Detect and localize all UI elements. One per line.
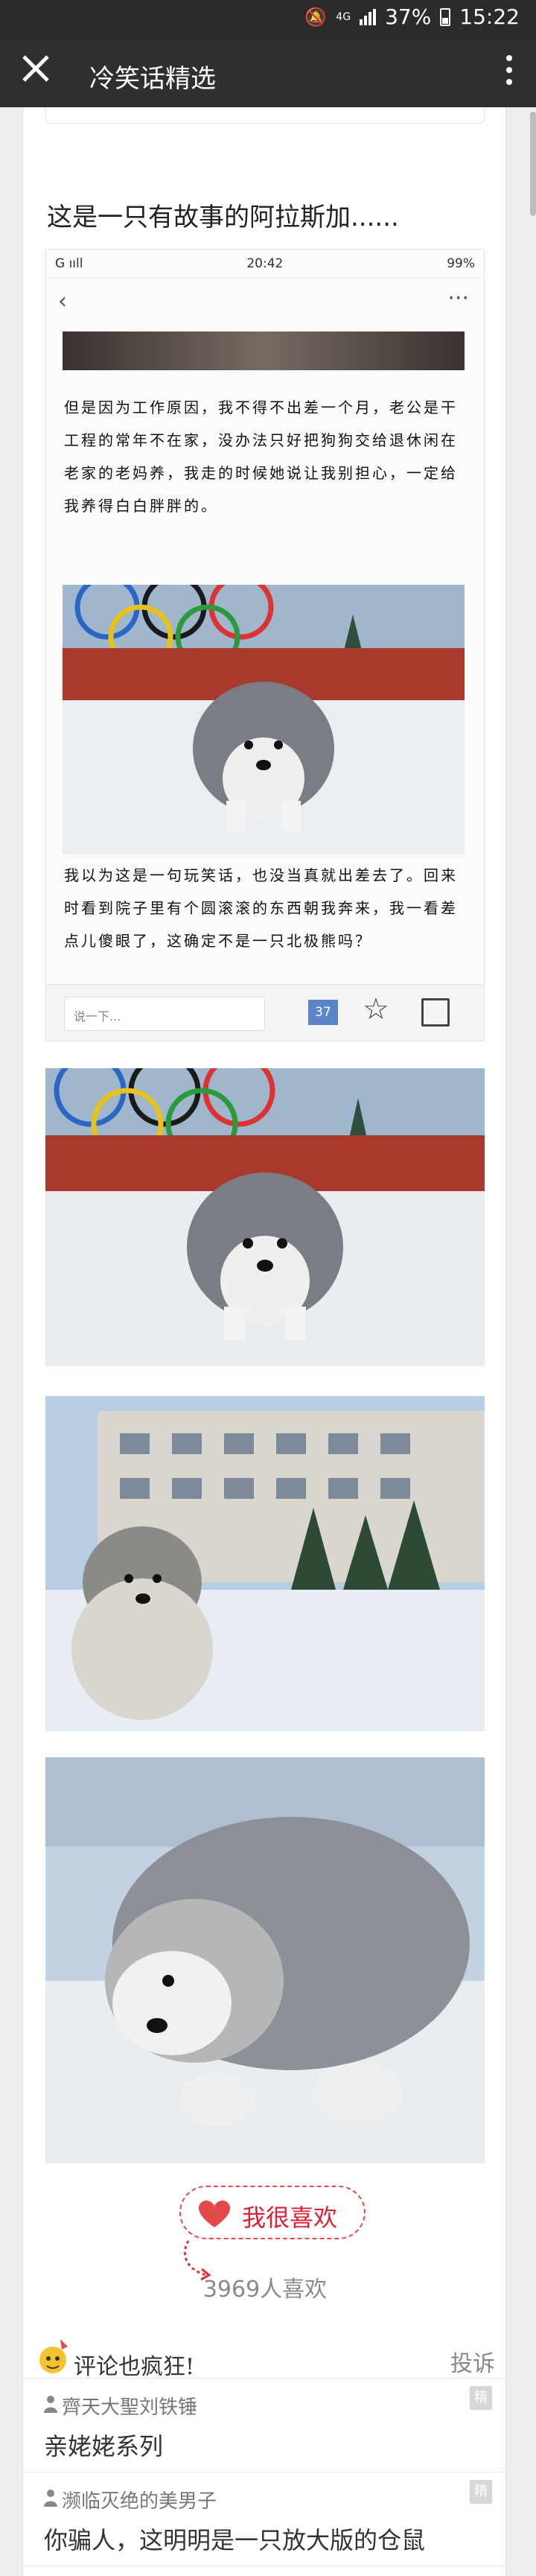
embedded-comment-bar: 说一下... 37 ☆ xyxy=(46,984,484,1041)
comment-item: 齊天大聖刘铁锤 精 亲姥姥系列 xyxy=(23,2378,507,2461)
comment-divider xyxy=(23,2566,507,2576)
like-count: 3969人喜欢 xyxy=(202,2277,328,2303)
comment-text: 亲姥姥系列 xyxy=(44,2432,164,2461)
share-icon xyxy=(421,998,450,1027)
comment-user: 齊天大聖刘铁锤 xyxy=(62,2396,198,2419)
embedded-battery: 99% xyxy=(447,256,475,271)
battery-icon xyxy=(440,7,451,26)
scrollbar[interactable] xyxy=(530,112,536,216)
user-icon xyxy=(44,2490,57,2507)
user-icon xyxy=(44,2396,57,2413)
dog-photo-1 xyxy=(45,1068,485,1366)
embedded-signal: G ııll xyxy=(55,256,83,271)
star-icon: ☆ xyxy=(363,992,389,1027)
post-title: 这是一只有故事的阿拉斯加...... xyxy=(47,203,399,232)
back-icon: ‹ xyxy=(58,288,67,314)
like-button[interactable]: 我很喜欢 xyxy=(179,2186,366,2239)
mascot-icon xyxy=(39,2339,68,2373)
embedded-comment-input: 说一下... xyxy=(64,997,265,1031)
dog-photo-2 xyxy=(45,1396,485,1731)
embedded-nav: ‹ ··· xyxy=(46,278,484,324)
comments-heading: 评论也疯狂! xyxy=(74,2354,195,2380)
post-card: 这是一只有故事的阿拉斯加...... G ııll 20:42 99% ‹ ··… xyxy=(22,107,507,2576)
comment-text: 你骗人，这明明是一只放大版的仓鼠 xyxy=(44,2526,426,2554)
featured-badge: 精 xyxy=(470,2480,492,2504)
heart-icon xyxy=(199,2201,230,2227)
featured-badge: 精 xyxy=(470,2386,492,2410)
comment-item: 濒临灭绝的美男子 精 你骗人，这明明是一只放大版的仓鼠 xyxy=(23,2472,507,2561)
more-menu-icon[interactable] xyxy=(506,55,514,89)
clock: 15:22 xyxy=(459,4,520,29)
previous-content-strip xyxy=(45,107,485,124)
embedded-image-strip xyxy=(63,331,465,370)
embedded-paragraph-2: 我以为这是一句玩笑话，也没当真就出差去了。回来时看到院子里有个圆滚滚的东西朝我奔… xyxy=(64,866,458,950)
mute-icon: 🔕 xyxy=(304,6,328,28)
embedded-paragraph-1: 但是因为工作原因，我不得不出差一个月，老公是干工程的常年不在家，没办法只好把狗狗… xyxy=(64,399,458,515)
signal-icon xyxy=(360,8,377,25)
app-bar: 冷笑话精选 xyxy=(0,39,536,107)
dog-photo-embedded xyxy=(63,585,465,854)
battery-text: 37% xyxy=(385,4,432,29)
status-bar: 🔕 4G 37% 15:22 xyxy=(0,0,536,39)
report-link[interactable]: 投诉 xyxy=(450,2345,495,2378)
network-label: 4G xyxy=(336,10,351,23)
embedded-status-bar: G ııll 20:42 99% xyxy=(46,250,484,278)
close-icon[interactable] xyxy=(21,54,51,83)
embedded-time: 20:42 xyxy=(246,256,284,271)
embedded-comment-count: 37 xyxy=(308,1000,338,1025)
like-label: 我很喜欢 xyxy=(242,2204,338,2232)
comment-user: 濒临灭绝的美男子 xyxy=(62,2490,217,2513)
embedded-screenshot: G ııll 20:42 99% ‹ ··· 但是因为工作原因，我不得不出差一个… xyxy=(45,249,485,1041)
ellipsis-icon: ··· xyxy=(447,285,469,311)
app-title: 冷笑话精选 xyxy=(89,64,216,94)
dog-photo-3 xyxy=(45,1757,485,2163)
